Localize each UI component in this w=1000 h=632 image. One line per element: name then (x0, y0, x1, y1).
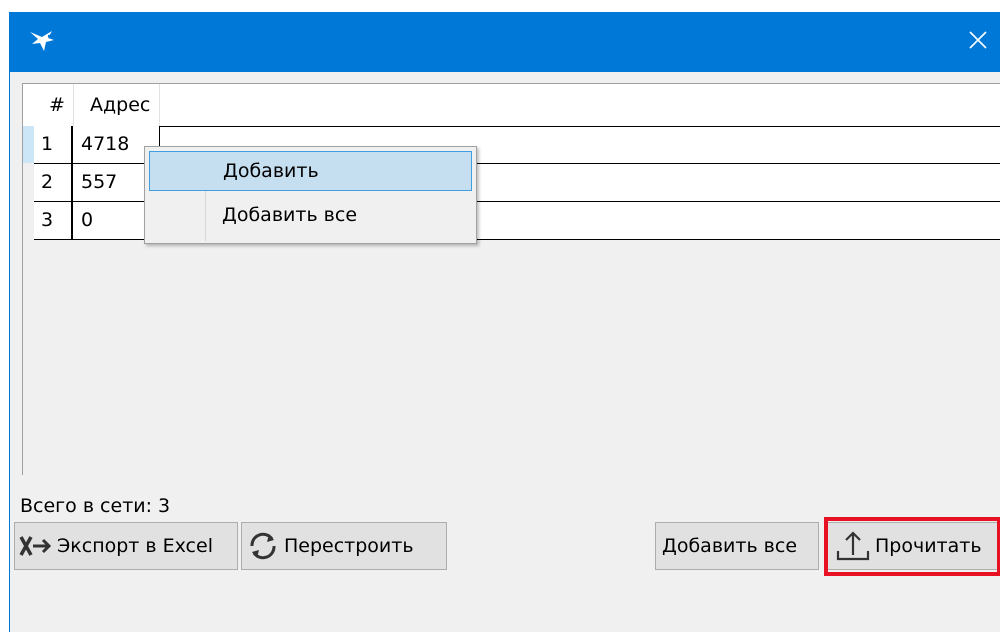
export-excel-button[interactable]: Экспорт в Excel (14, 522, 238, 570)
bird-icon (28, 28, 56, 54)
row-indicator[interactable] (23, 164, 34, 201)
row-indicator[interactable] (23, 126, 34, 163)
title-bar[interactable] (10, 12, 1000, 72)
row-number-cell[interactable]: 2 (34, 164, 73, 201)
excel-export-icon (19, 535, 53, 557)
add-all-button[interactable]: Добавить все (655, 522, 819, 570)
column-divider[interactable] (159, 84, 160, 126)
column-header-address[interactable]: Адрес (82, 84, 160, 126)
add-all-label: Добавить все (662, 535, 798, 557)
column-divider[interactable] (73, 84, 74, 126)
menu-item-add[interactable]: Добавить (149, 151, 472, 191)
context-menu: Добавить Добавить все (144, 146, 477, 244)
grid-header: # Адрес (23, 84, 1000, 126)
row-indicator[interactable] (23, 202, 34, 239)
read-button[interactable]: Прочитать (824, 522, 1000, 570)
dialog-window: # Адрес 1 4718 2 557 3 0 Всего в сети: 3… (9, 12, 1000, 632)
menu-item-add-all[interactable]: Добавить все (149, 195, 472, 235)
devices-grid[interactable]: # Адрес 1 4718 2 557 3 0 (22, 83, 1000, 475)
column-header-number[interactable]: # (41, 84, 75, 126)
close-icon (968, 30, 988, 54)
rebuild-label: Перестроить (284, 535, 414, 557)
read-label: Прочитать (875, 535, 982, 557)
total-count-label: Всего в сети: 3 (20, 495, 171, 517)
row-number-cell[interactable]: 3 (34, 202, 73, 239)
refresh-icon (246, 531, 280, 561)
rebuild-button[interactable]: Перестроить (241, 522, 447, 570)
row-number-cell[interactable]: 1 (34, 126, 73, 163)
close-button[interactable] (955, 12, 1000, 72)
upload-icon (835, 529, 871, 563)
export-excel-label: Экспорт в Excel (57, 535, 213, 557)
